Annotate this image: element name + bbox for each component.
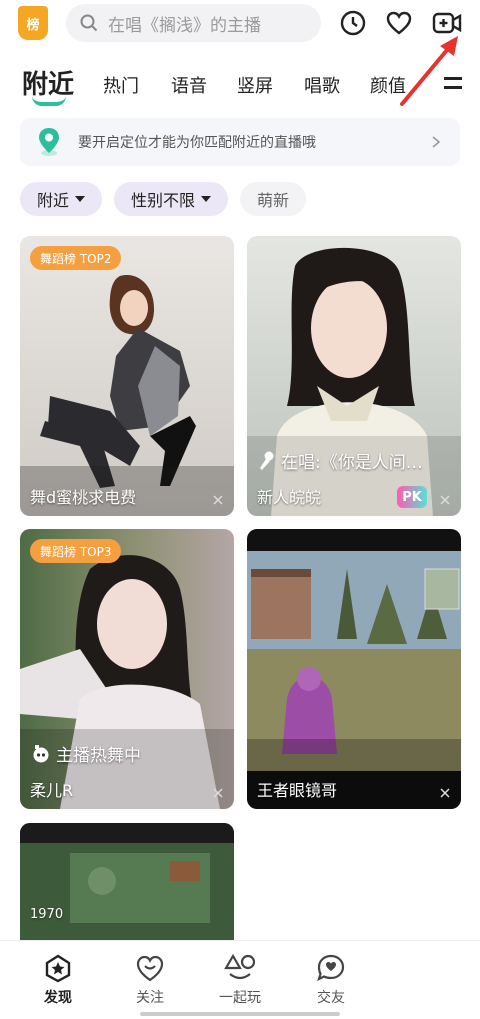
game-score: 1970 [30, 907, 64, 922]
filter-newbie[interactable]: 萌新 [240, 182, 306, 216]
nav-play-together-label: 一起玩 [219, 990, 261, 1006]
nav-friends-label: 交友 [317, 990, 345, 1006]
singing-status: 在唱:《你是人间… [259, 448, 423, 473]
location-banner[interactable]: 要开启定位才能为你匹配附近的直播哦 [20, 118, 460, 166]
nav-play-together[interactable]: 一起玩 [200, 953, 280, 1007]
singing-status-text: 在唱:《你是人间… [281, 453, 423, 473]
follow-icon [136, 955, 164, 982]
close-icon[interactable] [439, 494, 451, 506]
rank-tag: 舞蹈榜 TOP2 [30, 246, 122, 270]
nav-friends[interactable]: 交友 [291, 953, 371, 1007]
nav-follow-label: 关注 [136, 990, 164, 1006]
microphone-icon [260, 451, 274, 470]
tab-singing[interactable]: 唱歌 [304, 72, 340, 98]
location-banner-text: 要开启定位才能为你匹配附近的直播哦 [78, 135, 316, 151]
tab-looks[interactable]: 颜值 [370, 72, 406, 98]
nav-discover-label: 发现 [44, 990, 72, 1006]
history-icon[interactable] [340, 10, 366, 36]
filter-newbie-label: 萌新 [256, 191, 289, 210]
menu-icon[interactable] [444, 76, 462, 90]
caret-down-icon [201, 196, 211, 202]
stream-thumbnail [247, 236, 461, 516]
stream-thumbnail [20, 529, 234, 809]
friends-icon [317, 954, 345, 982]
streamer-name: 舞d蜜桃求电费 [30, 488, 137, 507]
close-icon[interactable] [212, 787, 224, 799]
bottom-nav: 发现 关注 一起玩 交友 [0, 940, 480, 1019]
play-together-icon [224, 953, 256, 980]
filter-gender-label: 性别不限 [130, 191, 195, 210]
live-card[interactable]: 在唱:《你是人间… 新人皖皖 PK [247, 236, 461, 516]
heart-icon[interactable] [386, 10, 412, 36]
pk-badge: PK [397, 486, 427, 508]
streamer-name: 新人皖皖 [257, 488, 322, 507]
live-card[interactable]: 1970 [20, 823, 234, 941]
caret-down-icon [75, 196, 85, 202]
chevron-right-icon [432, 136, 441, 148]
live-card[interactable]: 王者眼镜哥 [247, 529, 461, 809]
close-icon[interactable] [212, 494, 224, 506]
search-placeholder: 在唱《搁浅》的主播 [108, 15, 261, 36]
tab-vertical[interactable]: 竖屏 [237, 72, 273, 98]
category-tabs: 附近 热门 语音 竖屏 唱歌 颜值 [0, 62, 480, 110]
close-icon[interactable] [439, 787, 451, 799]
live-card[interactable]: 舞蹈榜 TOP3 主播热舞中 柔儿R [20, 529, 234, 809]
start-live-icon[interactable] [432, 10, 462, 36]
stream-thumbnail [20, 823, 234, 941]
home-indicator [140, 1012, 340, 1016]
streamer-name: 柔儿R [30, 781, 74, 800]
search-bar[interactable]: 在唱《搁浅》的主播 [66, 4, 321, 42]
dance-status-icon [33, 744, 49, 762]
filter-nearby[interactable]: 附近 [20, 182, 102, 216]
nav-follow[interactable]: 关注 [110, 953, 190, 1007]
dance-status-text: 主播热舞中 [56, 746, 141, 766]
search-icon [80, 14, 98, 32]
active-tab-indicator [32, 96, 66, 106]
tab-hot[interactable]: 热门 [103, 72, 139, 98]
stream-thumbnail [247, 529, 461, 809]
streamer-name: 王者眼镜哥 [257, 781, 338, 800]
nav-discover[interactable]: 发现 [18, 953, 98, 1007]
filter-gender[interactable]: 性别不限 [114, 182, 228, 216]
filter-nearby-label: 附近 [36, 191, 69, 210]
location-pin-icon [39, 128, 59, 156]
filter-bar: 附近 性别不限 萌新 [0, 182, 480, 218]
live-card[interactable]: 舞蹈榜 TOP2 舞d蜜桃求电费 [20, 236, 234, 516]
stream-thumbnail [20, 236, 234, 516]
tab-voice[interactable]: 语音 [171, 72, 207, 98]
discover-icon [45, 954, 71, 983]
dance-status: 主播热舞中 [32, 741, 141, 766]
rank-badge[interactable]: 榜 [18, 6, 48, 40]
rank-tag: 舞蹈榜 TOP3 [30, 539, 122, 563]
